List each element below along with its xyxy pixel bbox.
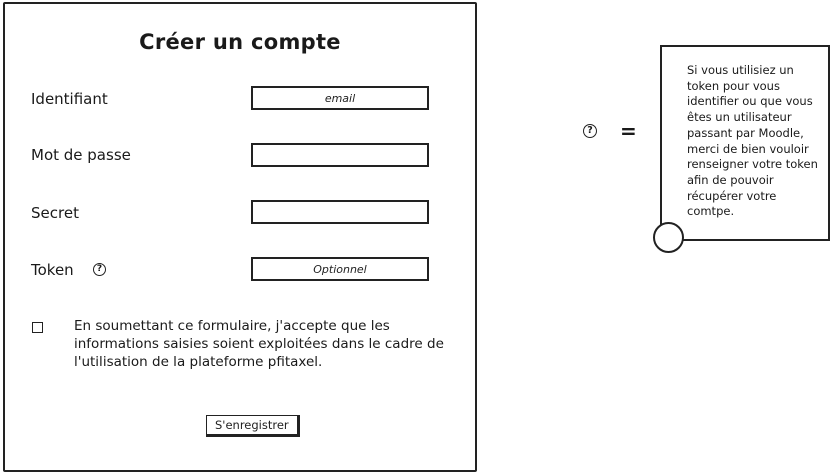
identifiant-label: Identifiant — [31, 90, 108, 108]
register-button[interactable]: S'enregistrer — [206, 415, 300, 437]
identifiant-input[interactable] — [251, 86, 429, 110]
consent-text: En soumettant ce formulaire, j'accepte q… — [74, 318, 444, 370]
question-mark-icon: ? — [583, 124, 597, 138]
token-input[interactable] — [251, 257, 429, 281]
password-input[interactable] — [251, 143, 429, 167]
note-anchor-circle — [653, 222, 684, 253]
help-note: Si vous utilisiez un token pour vous ide… — [660, 45, 830, 241]
secret-input[interactable] — [251, 200, 429, 224]
secret-label: Secret — [31, 204, 79, 222]
consent-checkbox[interactable] — [32, 322, 43, 333]
help-note-text: Si vous utilisiez un token pour vous ide… — [687, 63, 818, 219]
equals-sign: = — [620, 119, 637, 143]
token-label: Token — [31, 261, 74, 279]
create-account-form: Créer un compte Identifiant Mot de passe… — [3, 2, 477, 472]
password-label: Mot de passe — [31, 146, 131, 164]
token-help-icon[interactable]: ? — [93, 263, 106, 276]
form-title: Créer un compte — [139, 30, 341, 54]
